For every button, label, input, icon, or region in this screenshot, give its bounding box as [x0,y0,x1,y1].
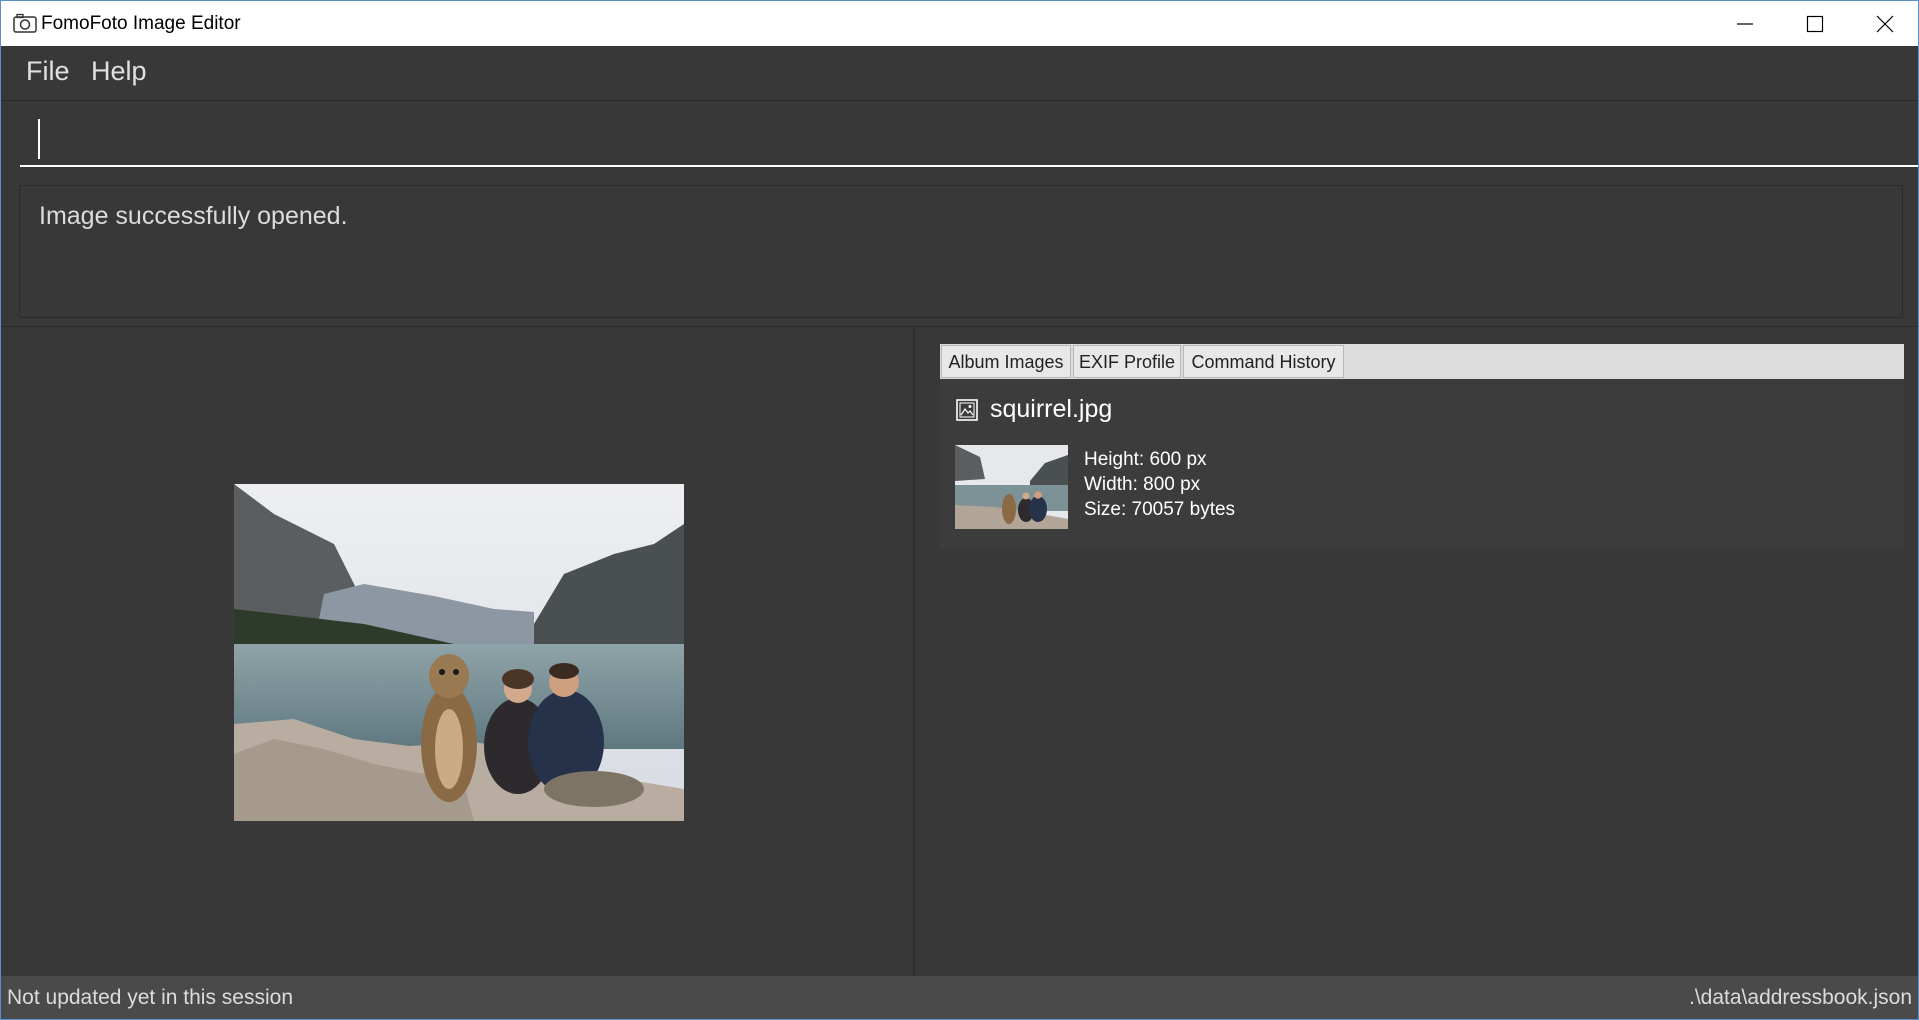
tab-command-history[interactable]: Command History [1183,345,1344,378]
album-image-card[interactable]: squirrel.jpg Height: 600 px Width: 800 p… [940,379,1904,549]
sync-status: Not updated yet in this session [7,986,294,1009]
text-caret [38,119,40,159]
window-title: FomoFoto Image Editor [41,13,241,34]
image-height: Height: 600 px [1084,449,1207,470]
save-location: .\data\addressbook.json [1689,986,1912,1009]
image-file-name: squirrel.jpg [990,395,1113,423]
menu-bar: File Help [1,46,1918,101]
result-message: Image successfully opened. [39,202,348,230]
status-bar: Not updated yet in this session .\data\a… [1,976,1918,1019]
menu-file[interactable]: File [26,56,70,87]
close-button[interactable] [1850,1,1918,46]
minimize-button[interactable] [1710,1,1780,46]
preview-image [234,484,684,821]
close-icon [1876,15,1894,33]
tab-album-images[interactable]: Album Images [941,345,1071,378]
image-preview-pane [1,327,913,976]
title-bar: FomoFoto Image Editor [1,1,1918,46]
maximize-icon [1806,15,1824,33]
maximize-button[interactable] [1780,1,1850,46]
image-size: Size: 70057 bytes [1084,499,1236,520]
camera-icon [13,13,37,33]
app-window: FomoFoto Image Editor File Help Image su [0,0,1919,1020]
minimize-icon [1737,23,1753,25]
menu-help[interactable]: Help [91,56,147,87]
split-pane: Album Images EXIF Profile Command Histor… [1,326,1918,976]
result-display[interactable]: Image successfully opened. [19,185,1903,318]
image-width: Width: 800 px [1084,474,1201,495]
command-input[interactable] [20,113,1918,167]
tab-bar: Album Images EXIF Profile Command Histor… [940,344,1904,379]
image-thumbnail [955,445,1068,529]
tab-exif-profile[interactable]: EXIF Profile [1073,345,1181,378]
command-box [1,101,1918,183]
picture-frame-icon [956,399,978,421]
album-pane: Album Images EXIF Profile Command Histor… [915,327,1918,976]
